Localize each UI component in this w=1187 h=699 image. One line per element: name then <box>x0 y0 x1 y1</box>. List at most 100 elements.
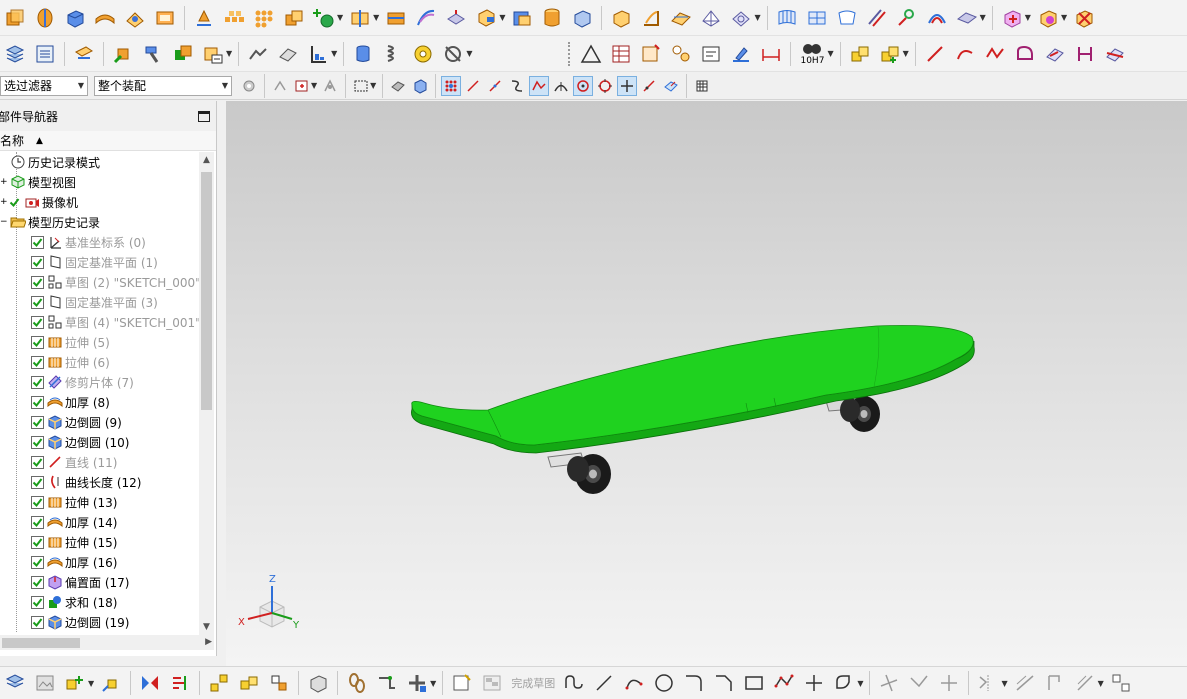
wave-link-icon[interactable] <box>266 670 292 696</box>
snap-quadrant-icon[interactable] <box>595 76 615 96</box>
mirror-assembly-icon[interactable] <box>137 670 163 696</box>
sketch-arc-icon[interactable] <box>952 41 978 67</box>
snap-control-point-icon[interactable] <box>507 76 527 96</box>
pattern-geometry-icon[interactable] <box>251 5 277 31</box>
snap-arc-center-icon[interactable] <box>551 76 571 96</box>
constraint-icon[interactable] <box>167 670 193 696</box>
studio-surface-icon[interactable] <box>698 5 724 31</box>
check-geometry-icon[interactable] <box>305 41 331 67</box>
feature-node[interactable]: 拉伸 (6) <box>0 352 199 372</box>
rectangle-select-icon[interactable] <box>351 76 371 96</box>
snap-on-surface-icon[interactable] <box>661 76 681 96</box>
feature-visible-checkbox[interactable] <box>31 615 44 629</box>
thicken-tool-icon[interactable] <box>92 5 118 31</box>
feature-visible-checkbox[interactable] <box>31 375 44 389</box>
spring-icon[interactable] <box>380 41 406 67</box>
bounded-plane-icon[interactable] <box>774 5 800 31</box>
table-note-icon[interactable] <box>608 41 634 67</box>
dropdown-caret-icon[interactable]: ▼ <box>857 679 863 688</box>
surface-analysis-icon[interactable] <box>894 5 920 31</box>
offset-curve-icon[interactable] <box>1012 41 1038 67</box>
assembly-navigator-icon[interactable] <box>2 670 28 696</box>
patch-body-icon[interactable] <box>509 5 535 31</box>
move-to-layer-icon[interactable] <box>32 41 58 67</box>
shell-tool-icon[interactable] <box>152 5 178 31</box>
snap-intersection-icon[interactable] <box>529 75 550 96</box>
cylinder-tool-icon[interactable] <box>539 5 565 31</box>
ruled-surface-icon[interactable] <box>638 5 664 31</box>
navigator-node[interactable]: − 模型历史记录 <box>0 212 199 232</box>
isoparametric-curve-icon[interactable] <box>1072 41 1098 67</box>
studio-spline-icon[interactable] <box>982 41 1008 67</box>
thicken-sheet-icon[interactable] <box>1035 5 1061 31</box>
feature-node[interactable]: 边倒圆 (10) <box>0 432 199 452</box>
replace-feature-icon[interactable] <box>170 41 196 67</box>
dropdown-caret-icon[interactable]: ▼ <box>337 13 343 22</box>
dropdown-caret-icon[interactable]: ▼ <box>754 13 760 22</box>
replace-face-icon[interactable] <box>569 5 595 31</box>
horizontal-scrollbar[interactable]: ▶ <box>0 635 214 650</box>
offset-sketch-curve-icon[interactable] <box>831 670 857 696</box>
feature-node[interactable]: 直线 (11) <box>0 452 199 472</box>
feature-node[interactable]: 拉伸 (13) <box>0 492 199 512</box>
scroll-thumb[interactable] <box>201 172 212 410</box>
navigator-node[interactable]: + 模型视图 <box>0 172 199 192</box>
part-properties-icon[interactable] <box>200 41 226 67</box>
pattern-feature-icon[interactable] <box>221 5 247 31</box>
geometric-constraint-icon[interactable] <box>1042 670 1068 696</box>
point-icon[interactable] <box>801 670 827 696</box>
exploded-view-icon[interactable] <box>206 670 232 696</box>
feature-visible-checkbox[interactable] <box>31 515 44 529</box>
emboss-tool-icon[interactable] <box>122 5 148 31</box>
dropdown-caret-icon[interactable]: ▼ <box>903 49 909 58</box>
expand-toggle-icon[interactable]: + <box>0 197 8 207</box>
feature-node[interactable]: 拉伸 (15) <box>0 532 199 552</box>
measure-body-icon[interactable] <box>275 41 301 67</box>
feature-node[interactable]: 求和 (18) <box>0 592 199 612</box>
graphics-viewport[interactable]: Z X Y <box>226 101 1187 666</box>
select-body-icon[interactable] <box>388 76 408 96</box>
navigator-node[interactable]: 历史记录模式 <box>0 152 199 172</box>
feature-node[interactable]: 加厚 (14) <box>0 512 199 532</box>
dropdown-caret-icon[interactable]: ▼ <box>1061 13 1067 22</box>
circle-icon[interactable] <box>651 670 677 696</box>
dropdown-caret-icon[interactable]: ▼ <box>499 13 505 22</box>
dropdown-caret-icon[interactable]: ▼ <box>1098 679 1104 688</box>
dropdown-caret-icon[interactable]: ▼ <box>370 81 376 90</box>
feature-visible-checkbox[interactable] <box>31 495 44 509</box>
pipe-fitting-icon[interactable] <box>404 670 430 696</box>
feature-visible-checkbox[interactable] <box>31 315 44 329</box>
quick-trim-icon[interactable] <box>876 670 902 696</box>
feature-visible-checkbox[interactable] <box>31 395 44 409</box>
rectangle-icon[interactable] <box>741 670 767 696</box>
chamfer-icon[interactable] <box>711 670 737 696</box>
database-icon[interactable] <box>350 41 376 67</box>
dropdown-caret-icon[interactable]: ▼ <box>331 49 337 58</box>
insert-point-icon[interactable] <box>311 5 337 31</box>
feature-node[interactable]: 曲线长度 (12) <box>0 472 199 492</box>
dimension-rapid-icon[interactable] <box>1012 670 1038 696</box>
fillet-icon[interactable] <box>681 670 707 696</box>
offset-face-icon[interactable] <box>443 5 469 31</box>
dropdown-caret-icon[interactable]: ▼ <box>1025 13 1031 22</box>
delete-body-icon[interactable] <box>1071 5 1097 31</box>
scroll-thumb[interactable] <box>2 638 80 648</box>
box-face-icon[interactable] <box>608 5 634 31</box>
intersection-curve-icon[interactable] <box>1102 41 1128 67</box>
block-tool-icon[interactable] <box>62 5 88 31</box>
split-body-icon[interactable] <box>383 5 409 31</box>
make-corner-icon[interactable] <box>936 670 962 696</box>
expand-toggle-icon[interactable]: + <box>0 177 8 187</box>
select-box-icon[interactable] <box>292 76 312 96</box>
mirror-curve-icon[interactable] <box>975 670 1001 696</box>
scroll-right-icon[interactable]: ▶ <box>205 635 212 650</box>
dropdown-caret-icon[interactable]: ▼ <box>827 49 833 58</box>
dropdown-caret-icon[interactable]: ▼ <box>226 49 232 58</box>
mesh-surface-icon[interactable] <box>804 5 830 31</box>
dropdown-caret-icon[interactable]: ▼ <box>466 49 472 58</box>
no-feature-icon[interactable] <box>440 41 466 67</box>
fill-surface-icon[interactable] <box>834 5 860 31</box>
move-component-icon[interactable] <box>98 670 124 696</box>
profile-icon[interactable] <box>561 670 587 696</box>
maximize-icon[interactable] <box>198 110 210 122</box>
